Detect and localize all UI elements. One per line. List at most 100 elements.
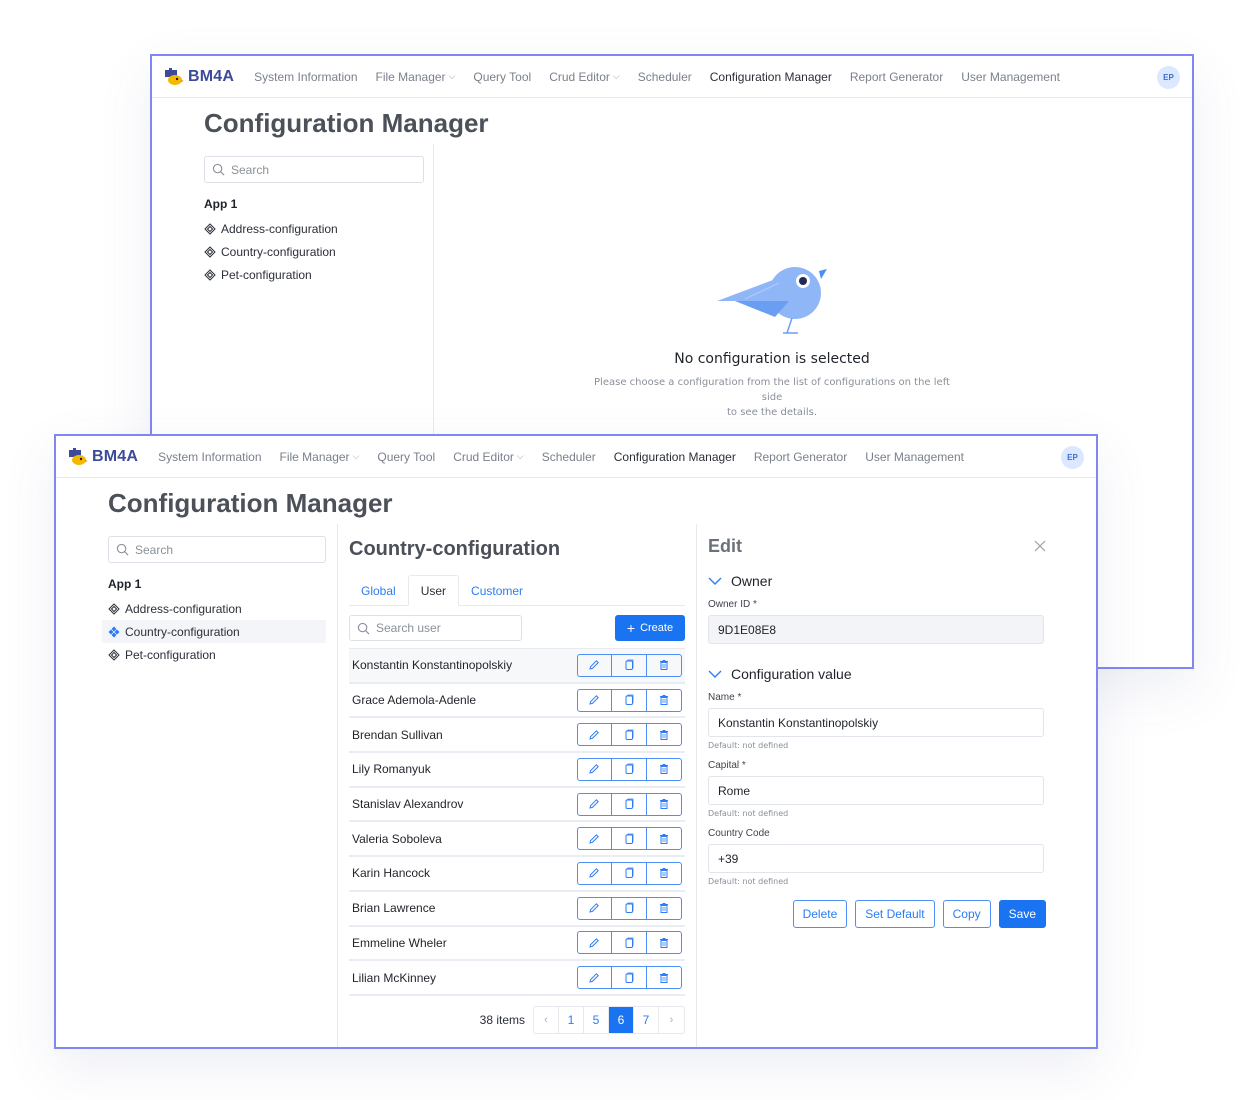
edit-row-button[interactable] [578, 897, 612, 919]
delete-row-button[interactable] [647, 690, 682, 711]
table-row[interactable]: Lilian McKinney [349, 961, 685, 996]
copy-row-button[interactable] [612, 932, 647, 954]
sidebar-search-input[interactable]: Search [108, 536, 326, 563]
set-default-button[interactable]: Set Default [855, 900, 935, 928]
delete-row-button[interactable] [647, 759, 682, 780]
copy-button[interactable]: Copy [942, 900, 991, 928]
delete-row-button[interactable] [647, 898, 682, 919]
table-row[interactable]: Lily Romanyuk [349, 753, 685, 788]
search-user-input[interactable]: Search user [349, 615, 522, 641]
nav-configuration-manager[interactable]: Configuration Manager [614, 450, 736, 464]
copy-row-button[interactable] [612, 724, 647, 746]
avatar[interactable]: EP [1061, 446, 1084, 469]
owner-section-toggle[interactable]: Owner [708, 573, 1046, 589]
copy-row-button[interactable] [612, 793, 647, 815]
trash-icon [658, 694, 670, 706]
edit-row-button[interactable] [578, 793, 612, 815]
copy-icon [623, 729, 635, 741]
delete-row-button[interactable] [647, 967, 682, 988]
nav-file-manager[interactable]: File Manager ⌵ [376, 70, 456, 84]
create-button[interactable]: + Create [615, 615, 685, 641]
row-name: Karin Hancock [352, 866, 431, 881]
sidebar-item-address-configuration[interactable]: Address-configuration [108, 597, 330, 620]
nav-report-generator[interactable]: Report Generator [850, 70, 943, 84]
edit-row-button[interactable] [578, 654, 612, 676]
table-row[interactable]: Grace Ademola-Adenle [349, 684, 685, 719]
tab-customer[interactable]: Customer [459, 575, 535, 606]
page-button-current[interactable]: 6 [609, 1006, 634, 1033]
delete-row-button[interactable] [647, 828, 682, 849]
sidebar-item-pet-configuration[interactable]: Pet-configuration [204, 263, 426, 286]
delete-row-button[interactable] [647, 724, 682, 745]
nav-user-management[interactable]: User Management [961, 70, 1060, 84]
name-hint: Default: not defined [708, 741, 789, 750]
sidebar-item-country-configuration[interactable]: Country-configuration [204, 240, 426, 263]
edit-row-button[interactable] [578, 967, 612, 989]
nav-system-information[interactable]: System Information [254, 70, 357, 84]
delete-button[interactable]: Delete [792, 900, 848, 928]
brand[interactable]: BM4A [164, 67, 234, 86]
table-row[interactable]: Stanislav Alexandrov [349, 788, 685, 823]
nav-file-manager[interactable]: File Manager ⌵ [280, 450, 360, 464]
copy-row-button[interactable] [612, 689, 647, 711]
nav-query-tool[interactable]: Query Tool [377, 450, 435, 464]
copy-row-button[interactable] [612, 758, 647, 780]
nav-scheduler[interactable]: Scheduler [542, 450, 596, 464]
page-button[interactable]: 5 [584, 1006, 609, 1033]
sidebar-item-country-configuration[interactable]: Country-configuration [102, 620, 326, 643]
copy-row-button[interactable] [612, 967, 647, 989]
config-diamond-icon [108, 602, 120, 615]
delete-row-button[interactable] [647, 655, 682, 676]
table-row[interactable]: Valeria Soboleva [349, 822, 685, 858]
sidebar-search-input[interactable]: Search [204, 156, 424, 183]
nav-crud-editor[interactable]: Crud Editor ⌵ [549, 70, 620, 84]
next-page-button[interactable]: › [659, 1007, 684, 1033]
table-row[interactable]: Karin Hancock [349, 857, 685, 892]
capital-field[interactable]: Rome [708, 776, 1044, 805]
nav-scheduler[interactable]: Scheduler [638, 70, 692, 84]
table-row[interactable]: Brian Lawrence [349, 892, 685, 927]
nav-query-tool[interactable]: Query Tool [473, 70, 531, 84]
tab-global[interactable]: Global [349, 575, 408, 606]
edit-row-button[interactable] [578, 758, 612, 780]
copy-row-button[interactable] [612, 828, 647, 850]
config-value-section-toggle[interactable]: Configuration value [708, 666, 1046, 682]
table-row[interactable]: Konstantin Konstantinopolskiy [349, 649, 685, 684]
brand[interactable]: BM4A [68, 447, 138, 466]
avatar[interactable]: EP [1157, 66, 1180, 89]
edit-row-button[interactable] [578, 724, 612, 746]
name-field[interactable]: Konstantin Konstantinopolskiy [708, 708, 1044, 737]
delete-row-button[interactable] [647, 794, 682, 815]
table-row[interactable]: Brendan Sullivan [349, 718, 685, 754]
nav-report-generator[interactable]: Report Generator [754, 450, 847, 464]
delete-row-button[interactable] [647, 932, 682, 953]
sidebar-item-pet-configuration[interactable]: Pet-configuration [108, 643, 330, 666]
copy-row-button[interactable] [612, 897, 647, 919]
edit-row-button[interactable] [578, 862, 612, 884]
country-code-field[interactable]: +39 [708, 844, 1044, 873]
edit-row-button[interactable] [578, 828, 612, 850]
nav-user-management[interactable]: User Management [865, 450, 964, 464]
copy-row-button[interactable] [612, 862, 647, 884]
table-row[interactable]: Emmeline Wheler [349, 927, 685, 962]
trash-icon [658, 763, 670, 775]
tab-user[interactable]: User [407, 575, 460, 606]
prev-page-button[interactable]: ‹ [534, 1006, 559, 1033]
edit-row-button[interactable] [578, 689, 612, 711]
copy-row-button[interactable] [612, 654, 647, 676]
nav-crud-editor[interactable]: Crud Editor ⌵ [453, 450, 524, 464]
copy-icon [623, 833, 635, 845]
group-title: App 1 [108, 577, 142, 591]
row-name: Valeria Soboleva [352, 831, 442, 846]
chevron-down-icon [708, 577, 722, 585]
sidebar-item-address-configuration[interactable]: Address-configuration [204, 217, 426, 240]
nav-configuration-manager[interactable]: Configuration Manager [710, 70, 832, 84]
pencil-icon [588, 798, 600, 810]
page-button[interactable]: 1 [559, 1006, 584, 1033]
page-button[interactable]: 7 [634, 1006, 659, 1033]
save-button[interactable]: Save [998, 900, 1046, 928]
nav-system-information[interactable]: System Information [158, 450, 261, 464]
edit-row-button[interactable] [578, 932, 612, 954]
delete-row-button[interactable] [647, 863, 682, 884]
close-icon[interactable] [1034, 540, 1046, 552]
